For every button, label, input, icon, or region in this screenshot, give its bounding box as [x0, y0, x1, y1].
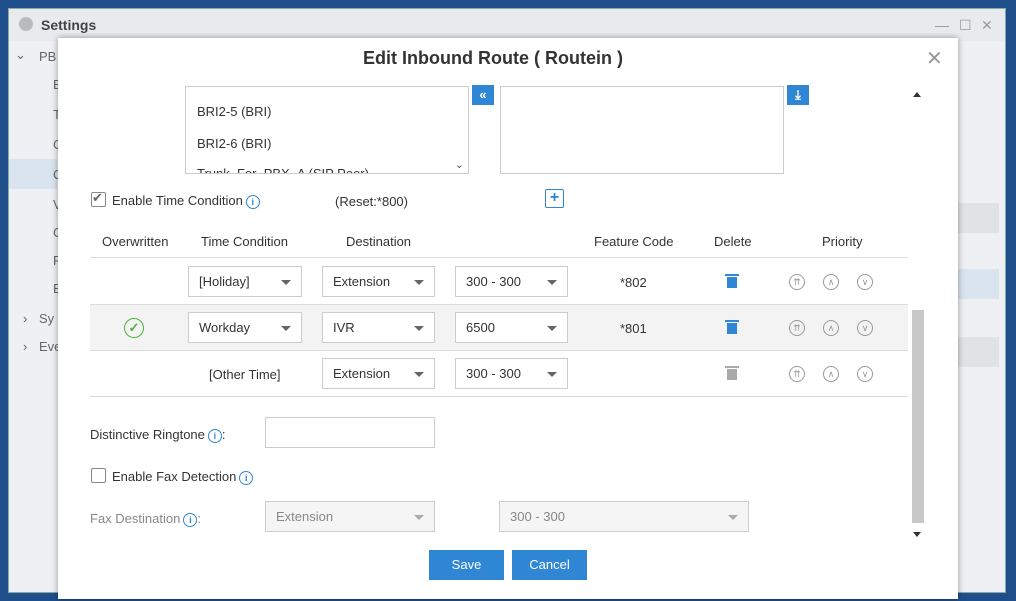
- divider: [90, 396, 908, 397]
- destination-target-select[interactable]: 6500: [455, 312, 568, 343]
- enable-time-condition-checkbox[interactable]: [91, 190, 106, 207]
- divider: [90, 350, 908, 351]
- move-top-icon[interactable]: ⇈: [789, 366, 805, 382]
- move-up-icon[interactable]: ∧: [823, 320, 839, 336]
- enable-fax-detection-checkbox[interactable]: [91, 468, 106, 483]
- move-down-icon[interactable]: ∨: [857, 274, 873, 290]
- enable-fax-detection-label: Enable Fax Detection i: [112, 469, 254, 485]
- destination-type-select[interactable]: Extension: [322, 266, 435, 297]
- edit-inbound-route-dialog: Edit Inbound Route ( Routein ) ✕ BRI2-5 …: [58, 38, 958, 599]
- chevron-down-icon: [414, 515, 424, 520]
- close-icon[interactable]: ✕: [926, 46, 943, 71]
- move-down-icon[interactable]: ∨: [857, 366, 873, 382]
- chevron-down-icon: [281, 326, 291, 331]
- chevron-down-icon: [728, 515, 738, 520]
- save-button[interactable]: Save: [429, 550, 504, 580]
- trash-icon[interactable]: [725, 320, 739, 334]
- check-circle-icon: ✓: [124, 318, 144, 338]
- dialog-title: Edit Inbound Route ( Routein ): [363, 48, 623, 68]
- destination-target-select[interactable]: 300 - 300: [455, 266, 568, 297]
- modal-overlay: Edit Inbound Route ( Routein ) ✕ BRI2-5 …: [0, 0, 1016, 599]
- time-condition-select[interactable]: Workday: [188, 312, 302, 343]
- chevron-down-icon: [414, 326, 424, 331]
- reset-feature-code: (Reset:*800): [335, 194, 408, 209]
- chevron-down-icon: [414, 372, 424, 377]
- fax-destination-label: Fax Destination i:: [90, 511, 201, 527]
- distinctive-ringtone-input[interactable]: [265, 417, 435, 448]
- chevron-down-icon[interactable]: ⌄: [455, 158, 464, 171]
- chevron-down-icon: [414, 280, 424, 285]
- other-time-label: [Other Time]: [209, 367, 281, 382]
- info-icon[interactable]: i: [207, 428, 222, 443]
- info-icon[interactable]: i: [239, 470, 254, 485]
- cancel-button[interactable]: Cancel: [512, 550, 587, 580]
- chevron-down-icon: [281, 280, 291, 285]
- move-top-icon[interactable]: ⇈: [789, 320, 805, 336]
- list-item[interactable]: BRI2-5 (BRI): [197, 104, 271, 119]
- list-item[interactable]: BRI2-6 (BRI): [197, 136, 271, 151]
- chevron-down-icon: [547, 280, 557, 285]
- feature-code: *802: [620, 275, 647, 290]
- move-left-icon[interactable]: «: [472, 85, 494, 105]
- destination-type-select[interactable]: IVR: [322, 312, 435, 343]
- dialog-scrollbar[interactable]: [910, 86, 924, 542]
- column-header-destination: Destination: [346, 234, 412, 249]
- destination-target-select[interactable]: 300 - 300: [455, 358, 568, 389]
- move-bottom-icon[interactable]: ⤓: [787, 85, 809, 105]
- scroll-down-icon[interactable]: [913, 532, 921, 537]
- fax-destination-target-select: 300 - 300: [499, 501, 749, 532]
- column-header-priority: Priority: [822, 234, 863, 249]
- time-condition-select[interactable]: [Holiday]: [188, 266, 302, 297]
- available-trunks-list[interactable]: BRI2-5 (BRI) BRI2-6 (BRI) Trunk_For_PBX_…: [185, 86, 469, 174]
- trash-icon: [725, 366, 739, 380]
- column-header-delete: Delete: [714, 234, 752, 249]
- scroll-up-icon[interactable]: [913, 92, 921, 97]
- column-header-time-condition: Time Condition: [201, 234, 288, 249]
- feature-code: *801: [620, 321, 647, 336]
- divider: [90, 257, 908, 258]
- column-header-overwritten: Overwritten: [102, 234, 169, 249]
- list-item[interactable]: Trunk_For_PBX_A (SIP Peer): [197, 166, 369, 173]
- move-up-icon[interactable]: ∧: [823, 366, 839, 382]
- move-up-icon[interactable]: ∧: [823, 274, 839, 290]
- distinctive-ringtone-label: Distinctive Ringtone i:: [90, 427, 226, 443]
- selected-trunks-list[interactable]: [500, 86, 784, 174]
- info-icon[interactable]: i: [245, 194, 260, 209]
- add-time-condition-button[interactable]: +: [545, 189, 564, 208]
- chevron-down-icon: [547, 372, 557, 377]
- enable-time-condition-label: Enable Time Condition i: [112, 193, 260, 209]
- move-down-icon[interactable]: ∨: [857, 320, 873, 336]
- column-header-feature-code: Feature Code: [594, 234, 674, 249]
- info-icon: i: [183, 512, 198, 527]
- destination-type-select[interactable]: Extension: [322, 358, 435, 389]
- trash-icon[interactable]: [725, 274, 739, 288]
- move-top-icon[interactable]: ⇈: [789, 274, 805, 290]
- fax-destination-type-select: Extension: [265, 501, 435, 532]
- scrollbar-thumb[interactable]: [912, 310, 924, 523]
- chevron-down-icon: [547, 326, 557, 331]
